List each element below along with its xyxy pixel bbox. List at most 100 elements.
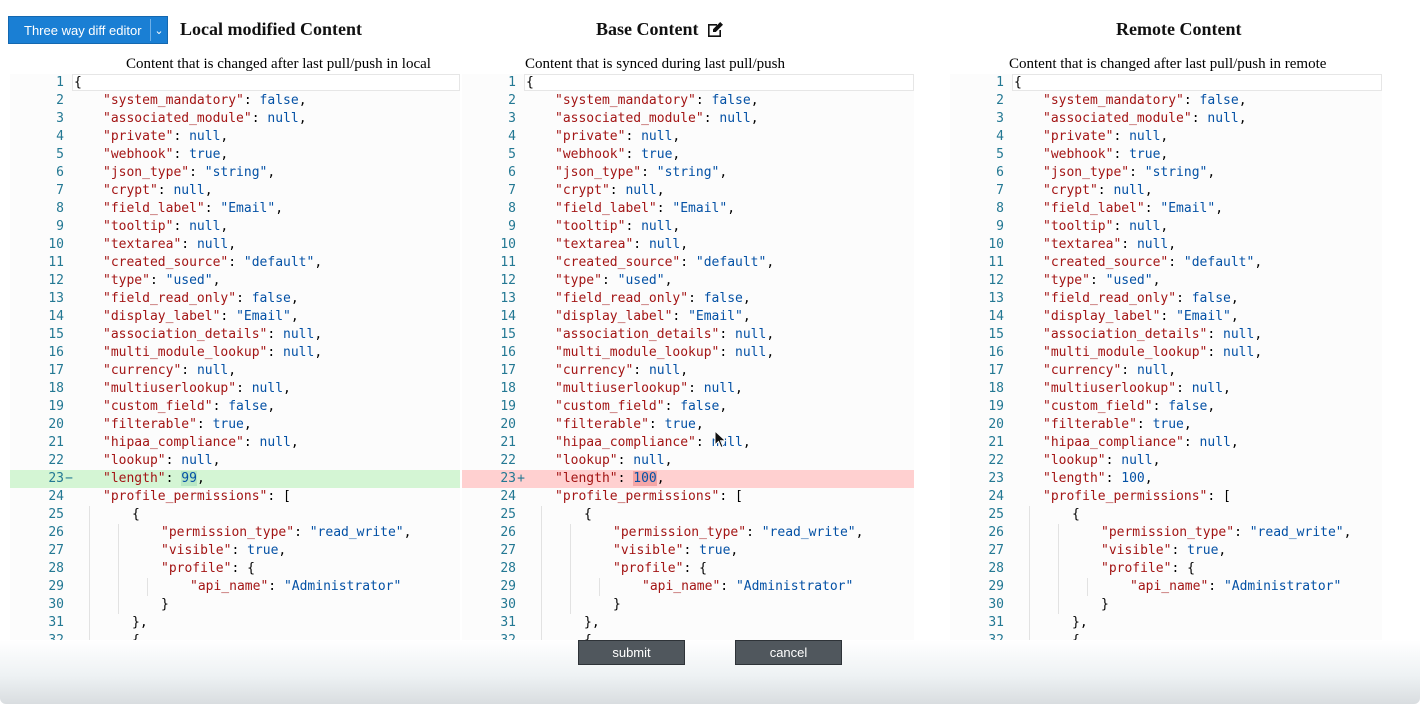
line-number: 13 <box>500 291 516 306</box>
code-line: 19 "custom_field": false, <box>462 398 914 416</box>
line-number: 12 <box>988 273 1004 288</box>
indent-guide <box>118 542 119 560</box>
code-text: { <box>584 632 592 640</box>
code-text: "custom_field": false, <box>103 399 276 414</box>
code-line: 6 "json_type": "string", <box>10 164 460 182</box>
code-line: 19 "custom_field": false, <box>10 398 460 416</box>
code-line: 29 "api_name": "Administrator" <box>462 578 914 596</box>
line-number: 5 <box>996 147 1004 162</box>
indent-guide <box>89 614 90 632</box>
base-subtitle: Content that is synced during last pull/… <box>525 56 785 72</box>
code-text: "private": null, <box>103 129 229 144</box>
line-number: 7 <box>56 183 64 198</box>
code-text: "private": null, <box>555 129 681 144</box>
code-text: "custom_field": false, <box>1043 399 1216 414</box>
code-text: "currency": null, <box>555 363 689 378</box>
code-line: 5 "webhook": true, <box>10 146 460 164</box>
indent-guide <box>570 542 571 560</box>
code-line: 13 "field_read_only": false, <box>10 290 460 308</box>
code-text: } <box>1101 597 1109 612</box>
code-line: 17 "currency": null, <box>10 362 460 380</box>
line-number: 18 <box>48 381 64 396</box>
line-number: 10 <box>48 237 64 252</box>
indent-guide <box>1029 524 1030 542</box>
line-number: 25 <box>48 507 64 522</box>
code-text: "field_read_only": false, <box>103 291 299 306</box>
line-number: 21 <box>988 435 1004 450</box>
code-text: "profile": { <box>613 561 707 576</box>
code-line: 12 "type": "used", <box>10 272 460 290</box>
window-bottom-shadow <box>0 640 1420 704</box>
code-line: 12 "type": "used", <box>462 272 914 290</box>
indent-guide <box>570 578 571 596</box>
code-text: "lookup": null, <box>555 453 673 468</box>
indent-guide <box>1058 560 1059 578</box>
line-number: 18 <box>500 381 516 396</box>
indent-guide <box>1058 596 1059 614</box>
diff-mode-select[interactable]: Three way diff editor ⌄ <box>8 16 168 44</box>
code-line: 31}, <box>462 614 914 632</box>
code-line: 17 "currency": null, <box>950 362 1382 380</box>
indent-guide <box>570 596 571 614</box>
code-line: 27 "visible": true, <box>462 542 914 560</box>
base-title: Base Content <box>596 19 699 39</box>
line-number: 6 <box>56 165 64 180</box>
code-line: 16 "multi_module_lookup": null, <box>950 344 1382 362</box>
line-number: 2 <box>996 93 1004 108</box>
code-line: 30} <box>950 596 1382 614</box>
line-number: 19 <box>48 399 64 414</box>
remote-editor[interactable]: 1{2 "system_mandatory": false, 3 "associate… <box>950 74 1382 640</box>
code-text: "lookup": null, <box>1043 453 1161 468</box>
code-line: 22 "lookup": null, <box>462 452 914 470</box>
code-line: 26 "permission_type": "read_write", <box>462 524 914 542</box>
added-line-marker: + <box>517 471 525 486</box>
base-editor[interactable]: 1{2 "system_mandatory": false, 3 "associate… <box>462 74 914 640</box>
code-text: "crypt": null, <box>103 183 213 198</box>
code-text: "json_type": "string", <box>103 165 276 180</box>
code-text: "type": "used", <box>555 273 673 288</box>
code-line: 8 "field_label": "Email", <box>10 200 460 218</box>
edit-icon[interactable] <box>707 21 725 42</box>
code-line: 21 "hipaa_compliance": null, <box>10 434 460 452</box>
code-line: 15 "association_details": null, <box>10 326 460 344</box>
code-text: "profile_permissions": [ <box>555 489 743 504</box>
code-line: 20 "filterable": true, <box>10 416 460 434</box>
code-text: }, <box>1072 615 1088 630</box>
line-number: 28 <box>48 561 64 576</box>
code-line: 9 "tooltip": null, <box>462 218 914 236</box>
local-editor[interactable]: 1{2 "system_mandatory": false, 3 "associate… <box>10 74 460 640</box>
line-number: 15 <box>988 327 1004 342</box>
line-number: 8 <box>996 201 1004 216</box>
line-number: 16 <box>48 345 64 360</box>
code-line: 5 "webhook": true, <box>462 146 914 164</box>
code-line: 20 "filterable": true, <box>950 416 1382 434</box>
indent-guide <box>541 578 542 596</box>
line-number: 5 <box>56 147 64 162</box>
cancel-button[interactable]: cancel <box>735 640 842 665</box>
code-line: 18 "multiuserlookup": null, <box>10 380 460 398</box>
code-text: "field_label": "Email", <box>1043 201 1224 216</box>
indent-guide <box>89 560 90 578</box>
submit-button[interactable]: submit <box>578 640 685 665</box>
line-number: 6 <box>996 165 1004 180</box>
line-number: 21 <box>500 435 516 450</box>
code-line: 4 "private": null, <box>10 128 460 146</box>
line-number: 4 <box>996 129 1004 144</box>
code-text: "multi_module_lookup": null, <box>555 345 775 360</box>
code-text: "length": 100, <box>555 471 665 486</box>
code-line: 10 "textarea": null, <box>10 236 460 254</box>
line-number: 23 <box>48 471 64 486</box>
line-number: 15 <box>500 327 516 342</box>
line-number: 3 <box>996 111 1004 126</box>
line-number: 9 <box>996 219 1004 234</box>
code-text: "profile_permissions": [ <box>1043 489 1231 504</box>
code-text: "api_name": "Administrator" <box>190 579 402 594</box>
code-line: 25 { <box>950 506 1382 524</box>
code-text: "system_mandatory": false, <box>1043 93 1247 108</box>
indent-guide <box>1058 524 1059 542</box>
indent-guide <box>1087 578 1088 596</box>
line-number: 12 <box>500 273 516 288</box>
line-number: 17 <box>988 363 1004 378</box>
code-line: 26 "permission_type": "read_write", <box>950 524 1382 542</box>
code-text: "hipaa_compliance": null, <box>1043 435 1239 450</box>
